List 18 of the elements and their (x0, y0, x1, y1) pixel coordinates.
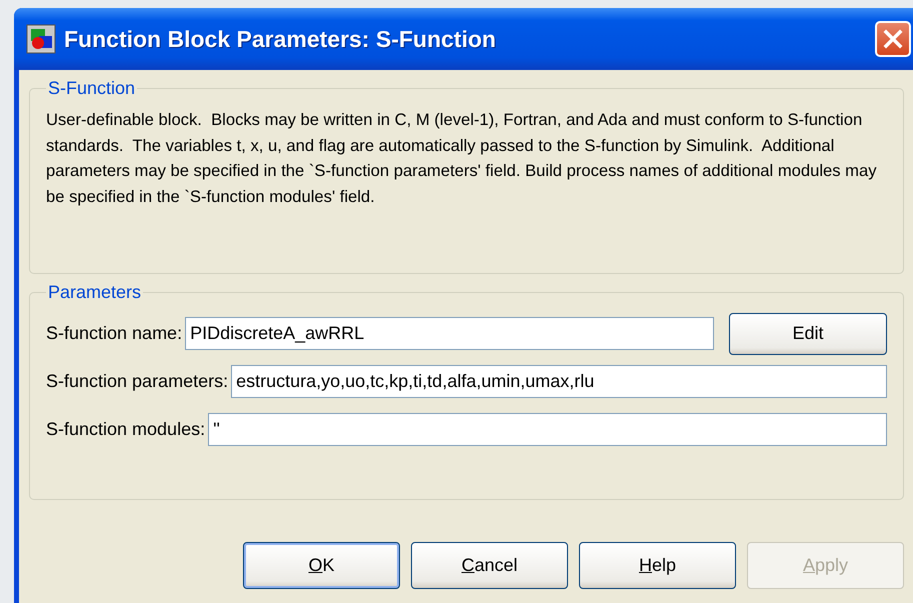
text-field[interactable]: estructura,yo,uo,tc,kp,ti,td,alfa,umin,umax,rlu (231, 365, 887, 398)
field-label: S-function parameters: (46, 371, 228, 392)
app-icon (26, 24, 56, 54)
dialog-button[interactable]: OK (243, 542, 400, 589)
dialog-button[interactable]: Help (579, 542, 736, 589)
field-label: S-function modules: (46, 419, 206, 440)
description-text: User-definable block. Blocks may be written in C, M (level-1), Fortran, and Ada and must conform to S-function standards. The variables t, x, u, and flag are automatically passed to the S-function by Simulink. Additional parameters may be specified in the `S-function parameters' field. Build process names of additional modules may be specified in the `S-function modules' field. (46, 109, 878, 208)
window-title: Function Block Parameters: S-Function (64, 26, 497, 52)
close-icon (882, 28, 904, 50)
close-button[interactable] (875, 21, 911, 57)
group-title: S-Function (47, 78, 136, 99)
text-field[interactable]: PIDdiscreteA_awRRL (185, 317, 714, 350)
group-title: Parameters (47, 282, 142, 303)
edit-button[interactable]: Edit (729, 312, 887, 354)
field-label: S-function name: (46, 323, 182, 344)
dialog-button: Apply (747, 542, 904, 589)
text-field[interactable]: '' (208, 413, 887, 446)
dialog-button[interactable]: Cancel (411, 542, 568, 589)
